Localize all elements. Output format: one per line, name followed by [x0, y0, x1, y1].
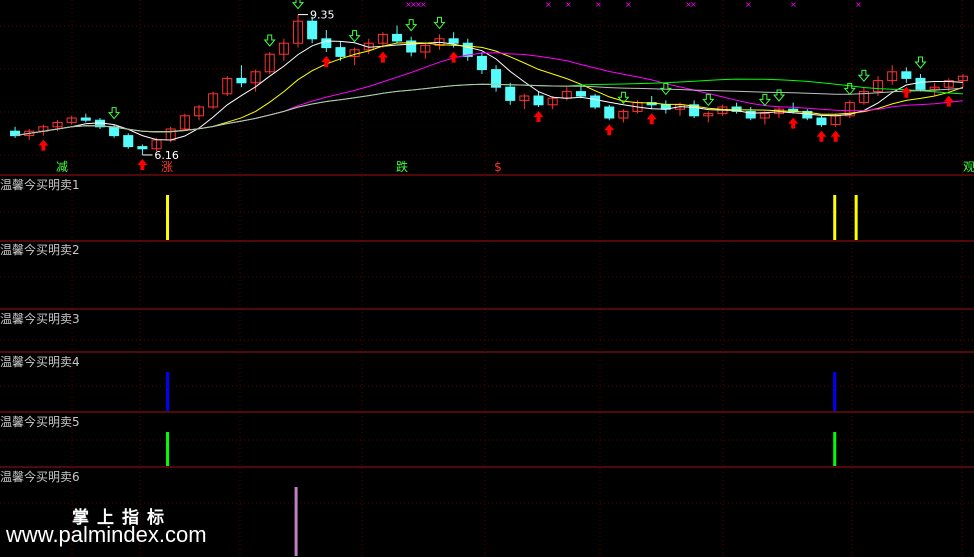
signal-label-0: 减 [56, 160, 68, 174]
top-marker-6: × [595, 0, 602, 9]
buy-arrow-icon-0 [38, 139, 49, 151]
panel-label-2: 温馨今买明卖2 [0, 243, 80, 257]
top-marker-7: × [625, 0, 632, 9]
buy-arrow-icon-7 [646, 113, 657, 125]
buy-arrow-icon-6 [604, 124, 615, 136]
signal-label-1: 涨 [161, 159, 173, 174]
panel-label-3: 温馨今买明卖3 [0, 312, 80, 326]
candle-body-63 [901, 71, 912, 79]
ma5-line [15, 40, 963, 141]
sell-arrow-icon-5 [433, 16, 446, 30]
buy-arrow-icon-1 [137, 158, 148, 170]
candle-body-33 [476, 55, 487, 71]
stock-chart[interactable]: 9.356.16×××× × × × × ×× × × ×减涨跌 $ 观 [0, 0, 974, 557]
panel-label-4: 温馨今买明卖4 [0, 355, 80, 369]
candle-body-5 [80, 117, 91, 121]
buy-arrow-icon-4 [448, 51, 459, 63]
sell-arrow-icon-9 [758, 93, 771, 107]
signal-label-3: $ [494, 160, 502, 174]
signal-label-2: 跌 [396, 159, 408, 174]
top-marker-9: × [690, 0, 697, 9]
candle-body-23 [335, 47, 346, 57]
high-price-label: 9.35 [310, 9, 335, 22]
top-marker-3: × [420, 0, 427, 9]
candle-body-8 [123, 135, 134, 148]
sell-arrow-icon-8 [702, 93, 715, 107]
candle-body-16 [236, 77, 247, 84]
candle-body-41 [590, 95, 601, 108]
buy-arrow-icon-3 [377, 51, 388, 63]
sell-arrow-icon-10 [772, 89, 786, 102]
buy-arrow-icon-5 [533, 111, 544, 122]
panel-label-5: 温馨今买明卖5 [0, 415, 80, 429]
candle-body-21 [307, 20, 318, 40]
buy-arrow-icon-8 [788, 117, 799, 129]
ma40-line [15, 78, 963, 137]
candle-body-57 [816, 117, 827, 126]
sell-arrow-icon-4 [405, 19, 418, 32]
ma60-line [15, 83, 963, 137]
panel-label-1: 温馨今买明卖1 [0, 178, 80, 192]
candle-body-64 [915, 77, 926, 90]
panel-5-signal-bar-0 [166, 432, 170, 466]
panel-5-signal-bar-1 [833, 432, 837, 466]
sell-arrow-icon-13 [914, 56, 927, 69]
candle-body-35 [505, 86, 516, 101]
candle-body-22 [321, 38, 332, 49]
candle-body-37 [533, 95, 544, 106]
candle-body-27 [392, 33, 403, 42]
candle-body-7 [109, 126, 120, 137]
sell-arrow-icon-3 [348, 30, 361, 43]
panel-4-signal-bar-0 [166, 372, 170, 411]
sell-arrow-icon-1 [263, 34, 276, 47]
buy-arrow-icon-9 [816, 130, 827, 142]
top-marker-10: × [745, 0, 752, 9]
sell-arrow-icon-0 [108, 107, 121, 120]
top-marker-4: × [545, 0, 552, 9]
panel-6-signal-bar-0 [294, 487, 298, 556]
candle-body-42 [604, 106, 615, 119]
sell-arrow-icon-2 [291, 0, 305, 10]
panel-1-signal-bar-0 [166, 195, 170, 240]
panel-label-6: 温馨今买明卖6 [0, 470, 80, 484]
top-marker-11: × [790, 0, 797, 9]
buy-arrow-icon-12 [943, 95, 954, 107]
panel-4-signal-bar-1 [833, 372, 837, 411]
candle-body-9 [137, 146, 148, 150]
sell-arrow-icon-12 [857, 69, 870, 82]
candle-body-40 [575, 91, 586, 97]
top-marker-5: × [565, 0, 572, 9]
panel-1-signal-bar-1 [833, 195, 837, 240]
buy-arrow-icon-10 [830, 130, 841, 142]
top-marker-12: × [855, 0, 862, 9]
panel-1-signal-bar-2 [854, 195, 858, 240]
buy-arrow-icon-11 [901, 86, 912, 98]
signal-label-4: 观 [963, 160, 974, 174]
watermark-url: www.palmindex.com [6, 522, 207, 547]
candle-body-31 [448, 38, 459, 44]
